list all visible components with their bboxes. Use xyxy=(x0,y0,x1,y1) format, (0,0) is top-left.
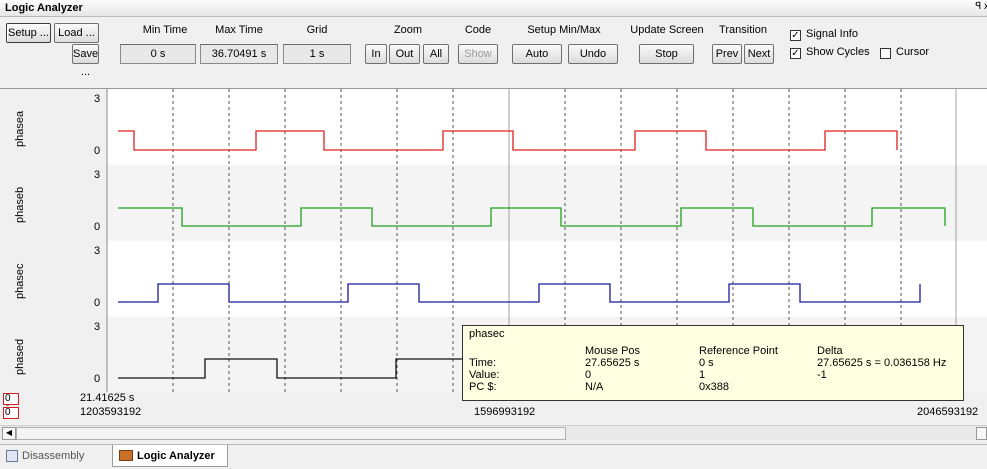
tooltip-row-label: Value: xyxy=(469,369,500,381)
tab-logic-analyzer[interactable]: Logic Analyzer xyxy=(112,445,228,467)
signal-info-checkbox[interactable]: ✓ xyxy=(790,30,801,41)
setup-minmax-label: Setup Min/Max xyxy=(527,24,601,36)
stop-button[interactable]: Stop xyxy=(639,44,694,64)
scroll-right-icon[interactable] xyxy=(976,427,987,440)
tab-disassembly-label: Disassembly xyxy=(22,450,85,462)
signal-info-label: Signal Info xyxy=(806,28,858,40)
code-show-button[interactable]: Show xyxy=(458,44,498,64)
signal-info-tooltip: phasec Mouse Pos Reference Point Delta T… xyxy=(462,325,964,401)
left-time: 21.41625 s xyxy=(80,392,135,404)
right-cycles: 2046593192 xyxy=(917,406,979,418)
left-cycles: 1203593192 xyxy=(80,406,142,418)
zoom-all-button[interactable]: All xyxy=(423,44,449,64)
transition-label: Transition xyxy=(719,24,767,36)
bottom-tab-bar: Disassembly Logic Analyzer xyxy=(0,444,987,469)
tooltip-row-label: PC $: xyxy=(469,381,497,393)
min-time-field: 0 s xyxy=(120,44,196,64)
scroll-thumb[interactable] xyxy=(16,427,566,440)
waveform-phasec xyxy=(118,283,921,303)
cycle-marker-box: 0 xyxy=(3,407,19,419)
scroll-left-icon[interactable]: ◀ xyxy=(2,427,16,440)
show-cycles-checkbox[interactable]: ✓ xyxy=(790,48,801,59)
mid-cycles: 1596993192 xyxy=(474,406,536,418)
tooltip-signal-name: phasec xyxy=(469,328,505,340)
tooltip-row-delta: -1 xyxy=(817,369,827,381)
time-marker-box: 0 s xyxy=(3,393,19,414)
cycle-status-row: 0 1203593192 1596993192 2046593192 xyxy=(0,406,987,420)
disassembly-icon xyxy=(6,450,18,462)
waveform-phasea xyxy=(118,130,898,151)
setup-button[interactable]: Setup ... xyxy=(6,23,51,43)
min-time-label: Min Time xyxy=(142,24,188,36)
panel-title: Logic Analyzer xyxy=(5,2,83,14)
toolbar: Setup ... Load ... Save ... Min Time 0 s… xyxy=(0,18,987,89)
lane-background-phaseb xyxy=(107,165,987,241)
tooltip-row-ref: 0x388 xyxy=(699,381,729,393)
tooltip-row-ref: 0 s xyxy=(699,357,714,369)
tooltip-row-ref: 1 xyxy=(699,369,706,381)
tooltip-col-delta: Delta xyxy=(817,345,843,357)
save-button[interactable]: Save ... xyxy=(72,44,99,78)
undo-button[interactable]: Undo xyxy=(568,44,618,64)
prev-transition-button[interactable]: Prev xyxy=(712,44,742,64)
grid-label: Grid xyxy=(306,24,328,36)
pin-icon[interactable]: ꟼ x xyxy=(975,1,987,12)
code-label: Code xyxy=(464,24,492,36)
load-button[interactable]: Load ... xyxy=(54,23,99,43)
tooltip-row-delta: 27.65625 s = 0.036158 Hz xyxy=(817,357,947,369)
panel-titlebar: Logic Analyzer ꟼ x xyxy=(0,0,987,17)
tab-logic-analyzer-label: Logic Analyzer xyxy=(137,450,215,462)
cursor-label: Cursor xyxy=(896,46,930,58)
zoom-in-button[interactable]: In xyxy=(365,44,387,64)
horizontal-scrollbar[interactable]: ◀ xyxy=(0,425,987,440)
max-time-field: 36.70491 s xyxy=(200,44,278,64)
tooltip-row-label: Time: xyxy=(469,357,497,369)
tooltip-row-mouse: 0 xyxy=(585,369,592,381)
tooltip-col-mouse: Mouse Pos xyxy=(585,345,641,357)
tooltip-col-ref: Reference Point xyxy=(699,345,778,357)
tooltip-row-mouse: N/A xyxy=(585,381,604,393)
next-transition-button[interactable]: Next xyxy=(744,44,774,64)
update-screen-label: Update Screen xyxy=(630,24,704,36)
logic-analyzer-icon xyxy=(119,450,133,461)
tooltip-row-mouse: 27.65625 s xyxy=(585,357,640,369)
auto-button[interactable]: Auto xyxy=(512,44,562,64)
grid-field: 1 s xyxy=(283,44,351,64)
max-time-label: Max Time xyxy=(215,24,263,36)
zoom-out-button[interactable]: Out xyxy=(389,44,420,64)
cursor-checkbox[interactable] xyxy=(880,48,891,59)
show-cycles-label: Show Cycles xyxy=(806,46,870,58)
tab-disassembly[interactable]: Disassembly xyxy=(2,445,110,467)
zoom-label: Zoom xyxy=(393,24,423,36)
